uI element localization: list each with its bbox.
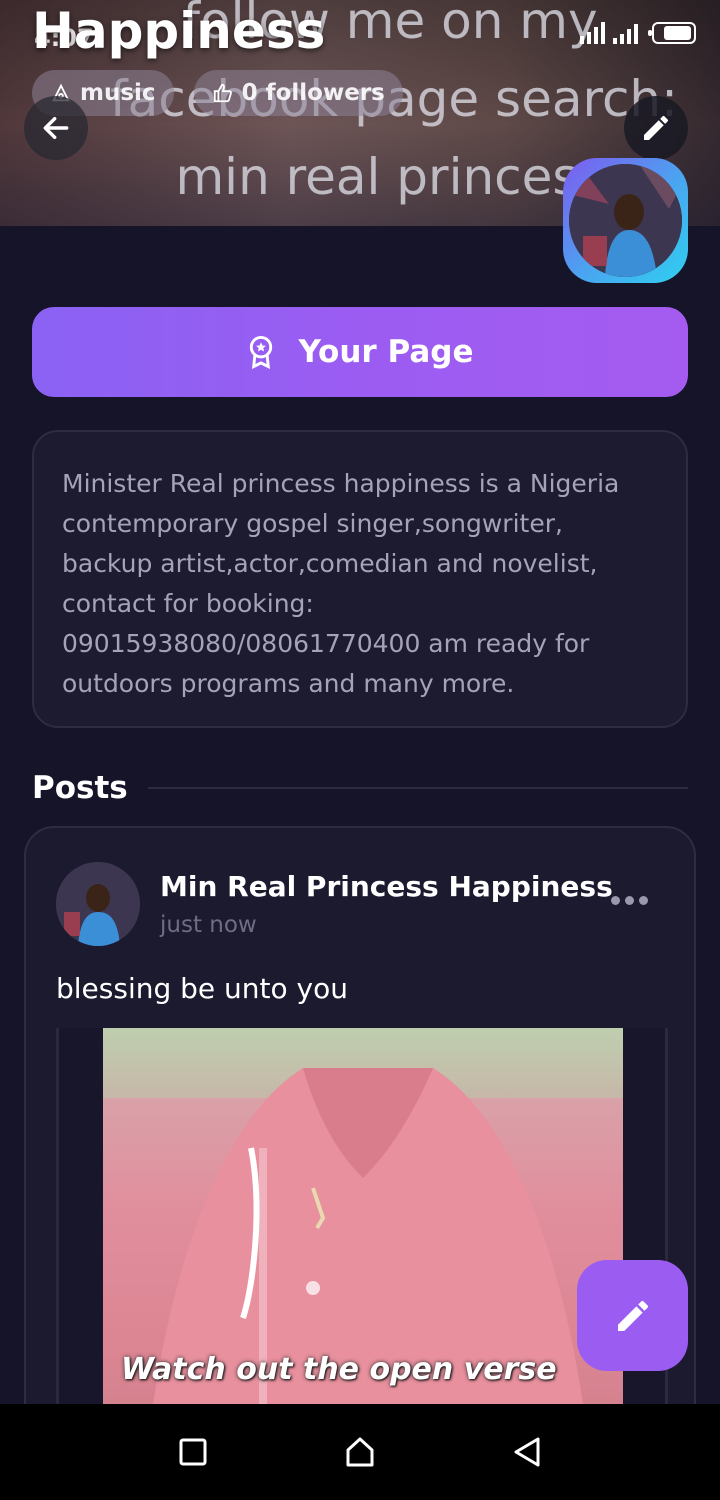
post-timestamp: just now (160, 912, 257, 938)
post-media-frame[interactable]: Watch out the open verse (56, 1028, 668, 1464)
square-icon (179, 1438, 207, 1466)
edit-page-button[interactable] (624, 96, 688, 160)
pencil-icon (644, 115, 668, 140)
avatar-photo (569, 164, 682, 277)
recents-button[interactable] (163, 1422, 223, 1482)
signal-icon (613, 22, 638, 44)
followers-count: 0 followers (241, 80, 385, 106)
followers-chip[interactable]: 0 followers (193, 70, 403, 116)
award-badge-icon (250, 335, 273, 369)
video-caption: Watch out the open verse (121, 1352, 557, 1387)
battery-icon (648, 22, 696, 44)
posts-section-header: Posts (32, 770, 688, 806)
more-horizontal-icon[interactable] (611, 896, 648, 905)
page-avatar[interactable] (563, 158, 688, 283)
bio-card: Minister Real princess happiness is a Ni… (32, 430, 688, 728)
post-author[interactable]: Min Real Princess Happiness (160, 870, 613, 903)
signal-icon (580, 22, 605, 44)
page-title: Happiness (32, 2, 326, 60)
pencil-icon (617, 1300, 648, 1331)
avatar[interactable] (56, 862, 140, 946)
arrow-left-icon (43, 116, 69, 140)
post-video[interactable]: Watch out the open verse (103, 1028, 623, 1464)
back-button[interactable] (24, 96, 88, 160)
status-icons (580, 22, 696, 44)
your-page-label: Your Page (298, 334, 474, 370)
post-card[interactable]: Min Real Princess Happiness just now ble… (24, 826, 696, 1466)
system-navigation-bar (0, 1404, 720, 1500)
posts-heading: Posts (32, 770, 128, 806)
triangle-back-icon (514, 1437, 540, 1467)
create-post-button[interactable] (577, 1260, 688, 1371)
your-page-button[interactable]: Your Page (32, 307, 688, 397)
home-icon (346, 1437, 374, 1467)
page-meta-chips: music 0 followers (32, 70, 403, 116)
category-label: music (80, 80, 156, 106)
divider (147, 787, 688, 789)
back-nav-button[interactable] (497, 1422, 557, 1482)
post-text: blessing be unto you (56, 972, 349, 1005)
bio-text: Minister Real princess happiness is a Ni… (62, 469, 620, 698)
home-button[interactable] (330, 1422, 390, 1482)
thumbs-up-icon (213, 83, 232, 103)
